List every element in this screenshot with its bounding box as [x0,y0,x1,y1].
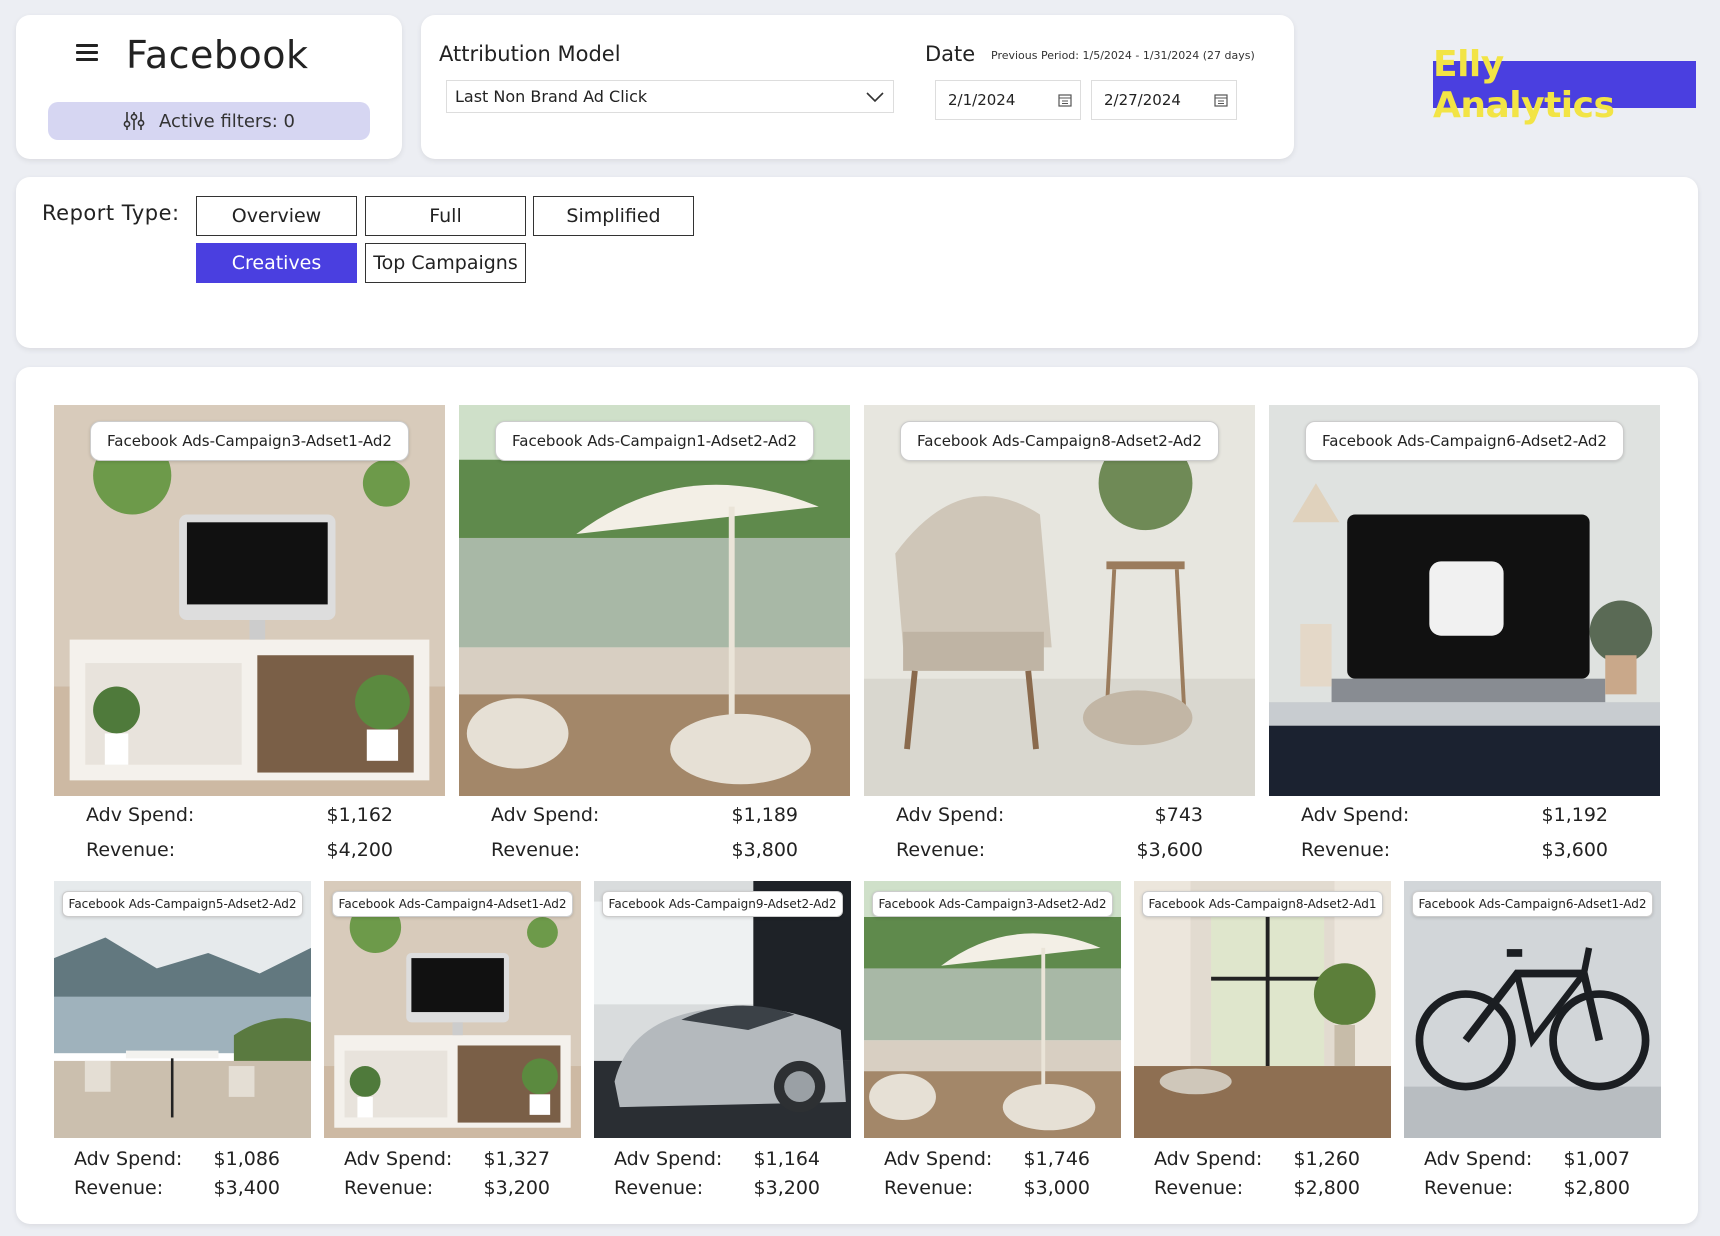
start-date-value: 2/1/2024 [948,91,1016,109]
revenue-value: $3,600 [1541,839,1608,861]
revenue-label: Revenue: [86,839,176,861]
previous-period-text: Previous Period: 1/5/2024 - 1/31/2024 (2… [991,49,1255,62]
spend-value: $1,746 [1023,1148,1090,1170]
revenue-label: Revenue: [1154,1177,1244,1199]
creative-name-label: Facebook Ads-Campaign5-Adset2-Ad2 [62,891,303,917]
creative-image: Facebook Ads-Campaign8-Adset2-Ad1 [1134,881,1391,1138]
creative-image: Facebook Ads-Campaign1-Adset2-Ad2 [459,405,850,796]
attribution-date-card: Attribution Model Last Non Brand Ad Clic… [421,15,1294,159]
report-type-overview-button[interactable]: Overview [196,196,357,236]
spend-label: Adv Spend: [86,804,195,826]
revenue-label: Revenue: [896,839,986,861]
revenue-label: Revenue: [74,1177,164,1199]
creative-name-label: Facebook Ads-Campaign9-Adset2-Ad2 [602,891,843,917]
attribution-model-value: Last Non Brand Ad Click [455,87,648,106]
creative-image: Facebook Ads-Campaign3-Adset2-Ad2 [864,881,1121,1138]
active-filters-button[interactable]: Active filters: 0 [48,102,370,140]
revenue-value: $2,800 [1563,1177,1630,1199]
revenue-label: Revenue: [344,1177,434,1199]
laptop-desk-image [1269,405,1660,796]
revenue-value: $4,200 [326,839,393,861]
report-type-top-campaigns-button[interactable]: Top Campaigns [365,243,526,283]
creative-image: Facebook Ads-Campaign6-Adset2-Ad2 [1269,405,1660,796]
revenue-value: $3,200 [483,1177,550,1199]
creative-name-label: Facebook Ads-Campaign3-Adset1-Ad2 [90,421,409,461]
creatives-gallery: Facebook Ads-Campaign3-Adset1-Ad2 Adv Spe… [16,367,1698,1224]
creative-image: Facebook Ads-Campaign6-Adset1-Ad2 [1404,881,1661,1138]
window-room-image [1134,881,1391,1138]
chair-interior-image [864,405,1255,796]
creative-image: Facebook Ads-Campaign9-Adset2-Ad2 [594,881,851,1138]
date-label: Date [925,42,976,66]
creative-name-label: Facebook Ads-Campaign8-Adset2-Ad2 [900,421,1219,461]
spend-label: Adv Spend: [344,1148,453,1170]
revenue-value: $3,200 [753,1177,820,1199]
spend-label: Adv Spend: [896,804,1005,826]
calendar-icon [1058,94,1072,107]
revenue-label: Revenue: [614,1177,704,1199]
lake-umbrella-image [459,405,850,796]
end-date-value: 2/27/2024 [1104,91,1181,109]
spend-value: $1,162 [326,804,393,826]
spend-label: Adv Spend: [884,1148,993,1170]
creative-name-label: Facebook Ads-Campaign6-Adset2-Ad2 [1305,421,1624,461]
attribution-model-label: Attribution Model [439,42,621,66]
header-card: Facebook Active filters: 0 [16,15,402,159]
creative-name-label: Facebook Ads-Campaign8-Adset2-Ad1 [1142,891,1383,917]
spend-value: $1,086 [213,1148,280,1170]
creative-name-label: Facebook Ads-Campaign4-Adset1-Ad2 [332,891,573,917]
menu-icon[interactable] [76,44,98,62]
attribution-model-select[interactable]: Last Non Brand Ad Click [446,80,894,113]
revenue-label: Revenue: [491,839,581,861]
spend-value: $1,327 [483,1148,550,1170]
revenue-label: Revenue: [1424,1177,1514,1199]
revenue-value: $2,800 [1293,1177,1360,1199]
report-type-full-button[interactable]: Full [365,196,526,236]
revenue-value: $3,800 [731,839,798,861]
spend-value: $1,164 [753,1148,820,1170]
creative-image: Facebook Ads-Campaign4-Adset1-Ad2 [324,881,581,1138]
spend-label: Adv Spend: [491,804,600,826]
spend-label: Adv Spend: [1154,1148,1263,1170]
creative-image: Facebook Ads-Campaign3-Adset1-Ad2 [54,405,445,796]
spend-label: Adv Spend: [74,1148,183,1170]
lake-terrace-image [54,881,311,1138]
start-date-input[interactable]: 2/1/2024 [935,80,1081,120]
spend-label: Adv Spend: [1301,804,1410,826]
creative-name-label: Facebook Ads-Campaign6-Adset1-Ad2 [1412,891,1653,917]
spend-label: Adv Spend: [614,1148,723,1170]
spend-label: Adv Spend: [1424,1148,1533,1170]
elly-analytics-logo: Elly Analytics [1433,44,1696,126]
end-date-input[interactable]: 2/27/2024 [1091,80,1237,120]
report-type-simplified-button[interactable]: Simplified [533,196,694,236]
active-filters-label: Active filters: 0 [159,110,295,132]
revenue-label: Revenue: [1301,839,1391,861]
spend-value: $1,192 [1541,804,1608,826]
revenue-value: $3,400 [213,1177,280,1199]
sliders-icon [123,112,145,130]
report-type-creatives-button[interactable]: Creatives [196,243,357,283]
report-type-card: Report Type: Overview Full Simplified Cr… [16,177,1698,348]
spend-value: $743 [1154,804,1203,826]
desk-imac-image [54,405,445,796]
creative-name-label: Facebook Ads-Campaign3-Adset2-Ad2 [872,891,1113,917]
desk-imac-image [324,881,581,1138]
revenue-value: $3,000 [1023,1177,1090,1199]
revenue-value: $3,600 [1136,839,1203,861]
report-type-label: Report Type: [42,201,180,225]
sports-car-image [594,881,851,1138]
calendar-icon [1214,94,1228,107]
spend-value: $1,260 [1293,1148,1360,1170]
creative-image: Facebook Ads-Campaign8-Adset2-Ad2 [864,405,1255,796]
chevron-down-icon [866,92,884,103]
page-title: Facebook [126,33,309,77]
creative-image: Facebook Ads-Campaign5-Adset2-Ad2 [54,881,311,1138]
creative-name-label: Facebook Ads-Campaign1-Adset2-Ad2 [495,421,814,461]
bicycle-image [1404,881,1661,1138]
spend-value: $1,007 [1563,1148,1630,1170]
spend-value: $1,189 [731,804,798,826]
revenue-label: Revenue: [884,1177,974,1199]
lake-umbrella-image [864,881,1121,1138]
